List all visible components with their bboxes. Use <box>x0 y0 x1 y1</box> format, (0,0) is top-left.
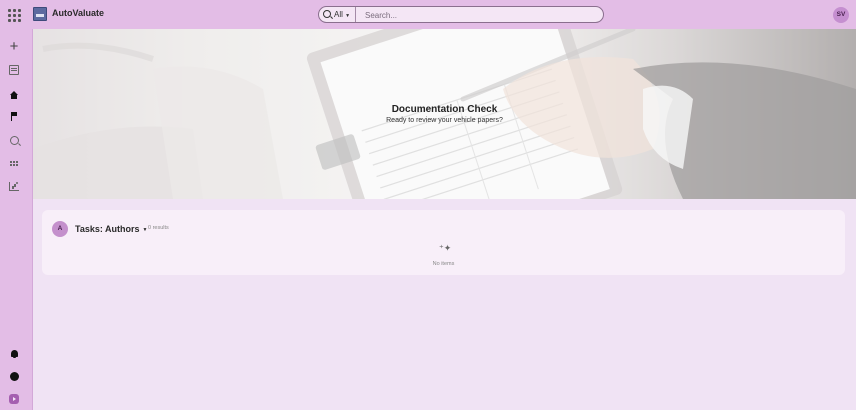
sparkle-icon: ⁺✦ <box>439 243 452 253</box>
help-icon <box>9 371 19 381</box>
hero-banner: Documentation Check Ready to review your… <box>33 29 856 199</box>
search-input[interactable] <box>363 8 597 23</box>
tasks-card: A Tasks: Authors ▼ 0 results ⁺✦ No items <box>42 210 845 275</box>
tasks-title: Tasks: Authors <box>75 224 140 234</box>
plus-icon: + <box>9 38 19 55</box>
app-name[interactable]: AutoValuate <box>52 8 104 18</box>
user-avatar[interactable]: SV <box>833 7 849 23</box>
top-bar: AutoValuate All ▼ SV <box>0 0 856 30</box>
sidebar-item-apps[interactable] <box>7 156 21 170</box>
bell-icon <box>10 349 18 358</box>
tasks-avatar: A <box>52 221 68 237</box>
chart-icon <box>9 181 19 191</box>
flag-icon <box>10 111 18 121</box>
tasks-view-selector[interactable]: Tasks: Authors ▼ <box>75 224 147 234</box>
document-icon <box>9 65 19 75</box>
app-launcher-grid-icon[interactable] <box>6 7 22 23</box>
apps-grid-icon <box>10 160 18 166</box>
magnifier-icon <box>9 135 19 145</box>
sidebar-item-search[interactable] <box>7 133 21 147</box>
hero-subtitle: Ready to review your vehicle papers? <box>386 117 503 124</box>
new-button[interactable]: + <box>7 38 21 55</box>
app-logo-icon[interactable] <box>33 7 47 21</box>
sidebar-item-analytics[interactable] <box>7 179 21 193</box>
sidebar-item-flags[interactable] <box>7 109 21 123</box>
expand-icon <box>9 394 19 404</box>
expand-sidebar-button[interactable] <box>7 392 21 406</box>
results-count: 0 results <box>148 225 169 231</box>
search-icon <box>323 10 331 18</box>
empty-state-text: No items <box>432 261 455 267</box>
search-bar: All ▼ <box>318 6 604 23</box>
hero-title: Documentation Check <box>391 104 498 115</box>
notifications-button[interactable] <box>7 346 21 360</box>
help-button[interactable] <box>7 369 21 383</box>
chevron-down-icon: ▼ <box>142 227 148 233</box>
sidebar-item-home[interactable] <box>7 86 21 100</box>
home-icon <box>10 91 18 99</box>
chevron-down-icon: ▼ <box>345 13 351 19</box>
search-scope-dropdown[interactable]: All ▼ <box>323 7 357 22</box>
search-scope-label: All <box>334 10 343 19</box>
left-sidebar: + <box>0 29 33 410</box>
sidebar-item-documents[interactable] <box>7 63 21 77</box>
